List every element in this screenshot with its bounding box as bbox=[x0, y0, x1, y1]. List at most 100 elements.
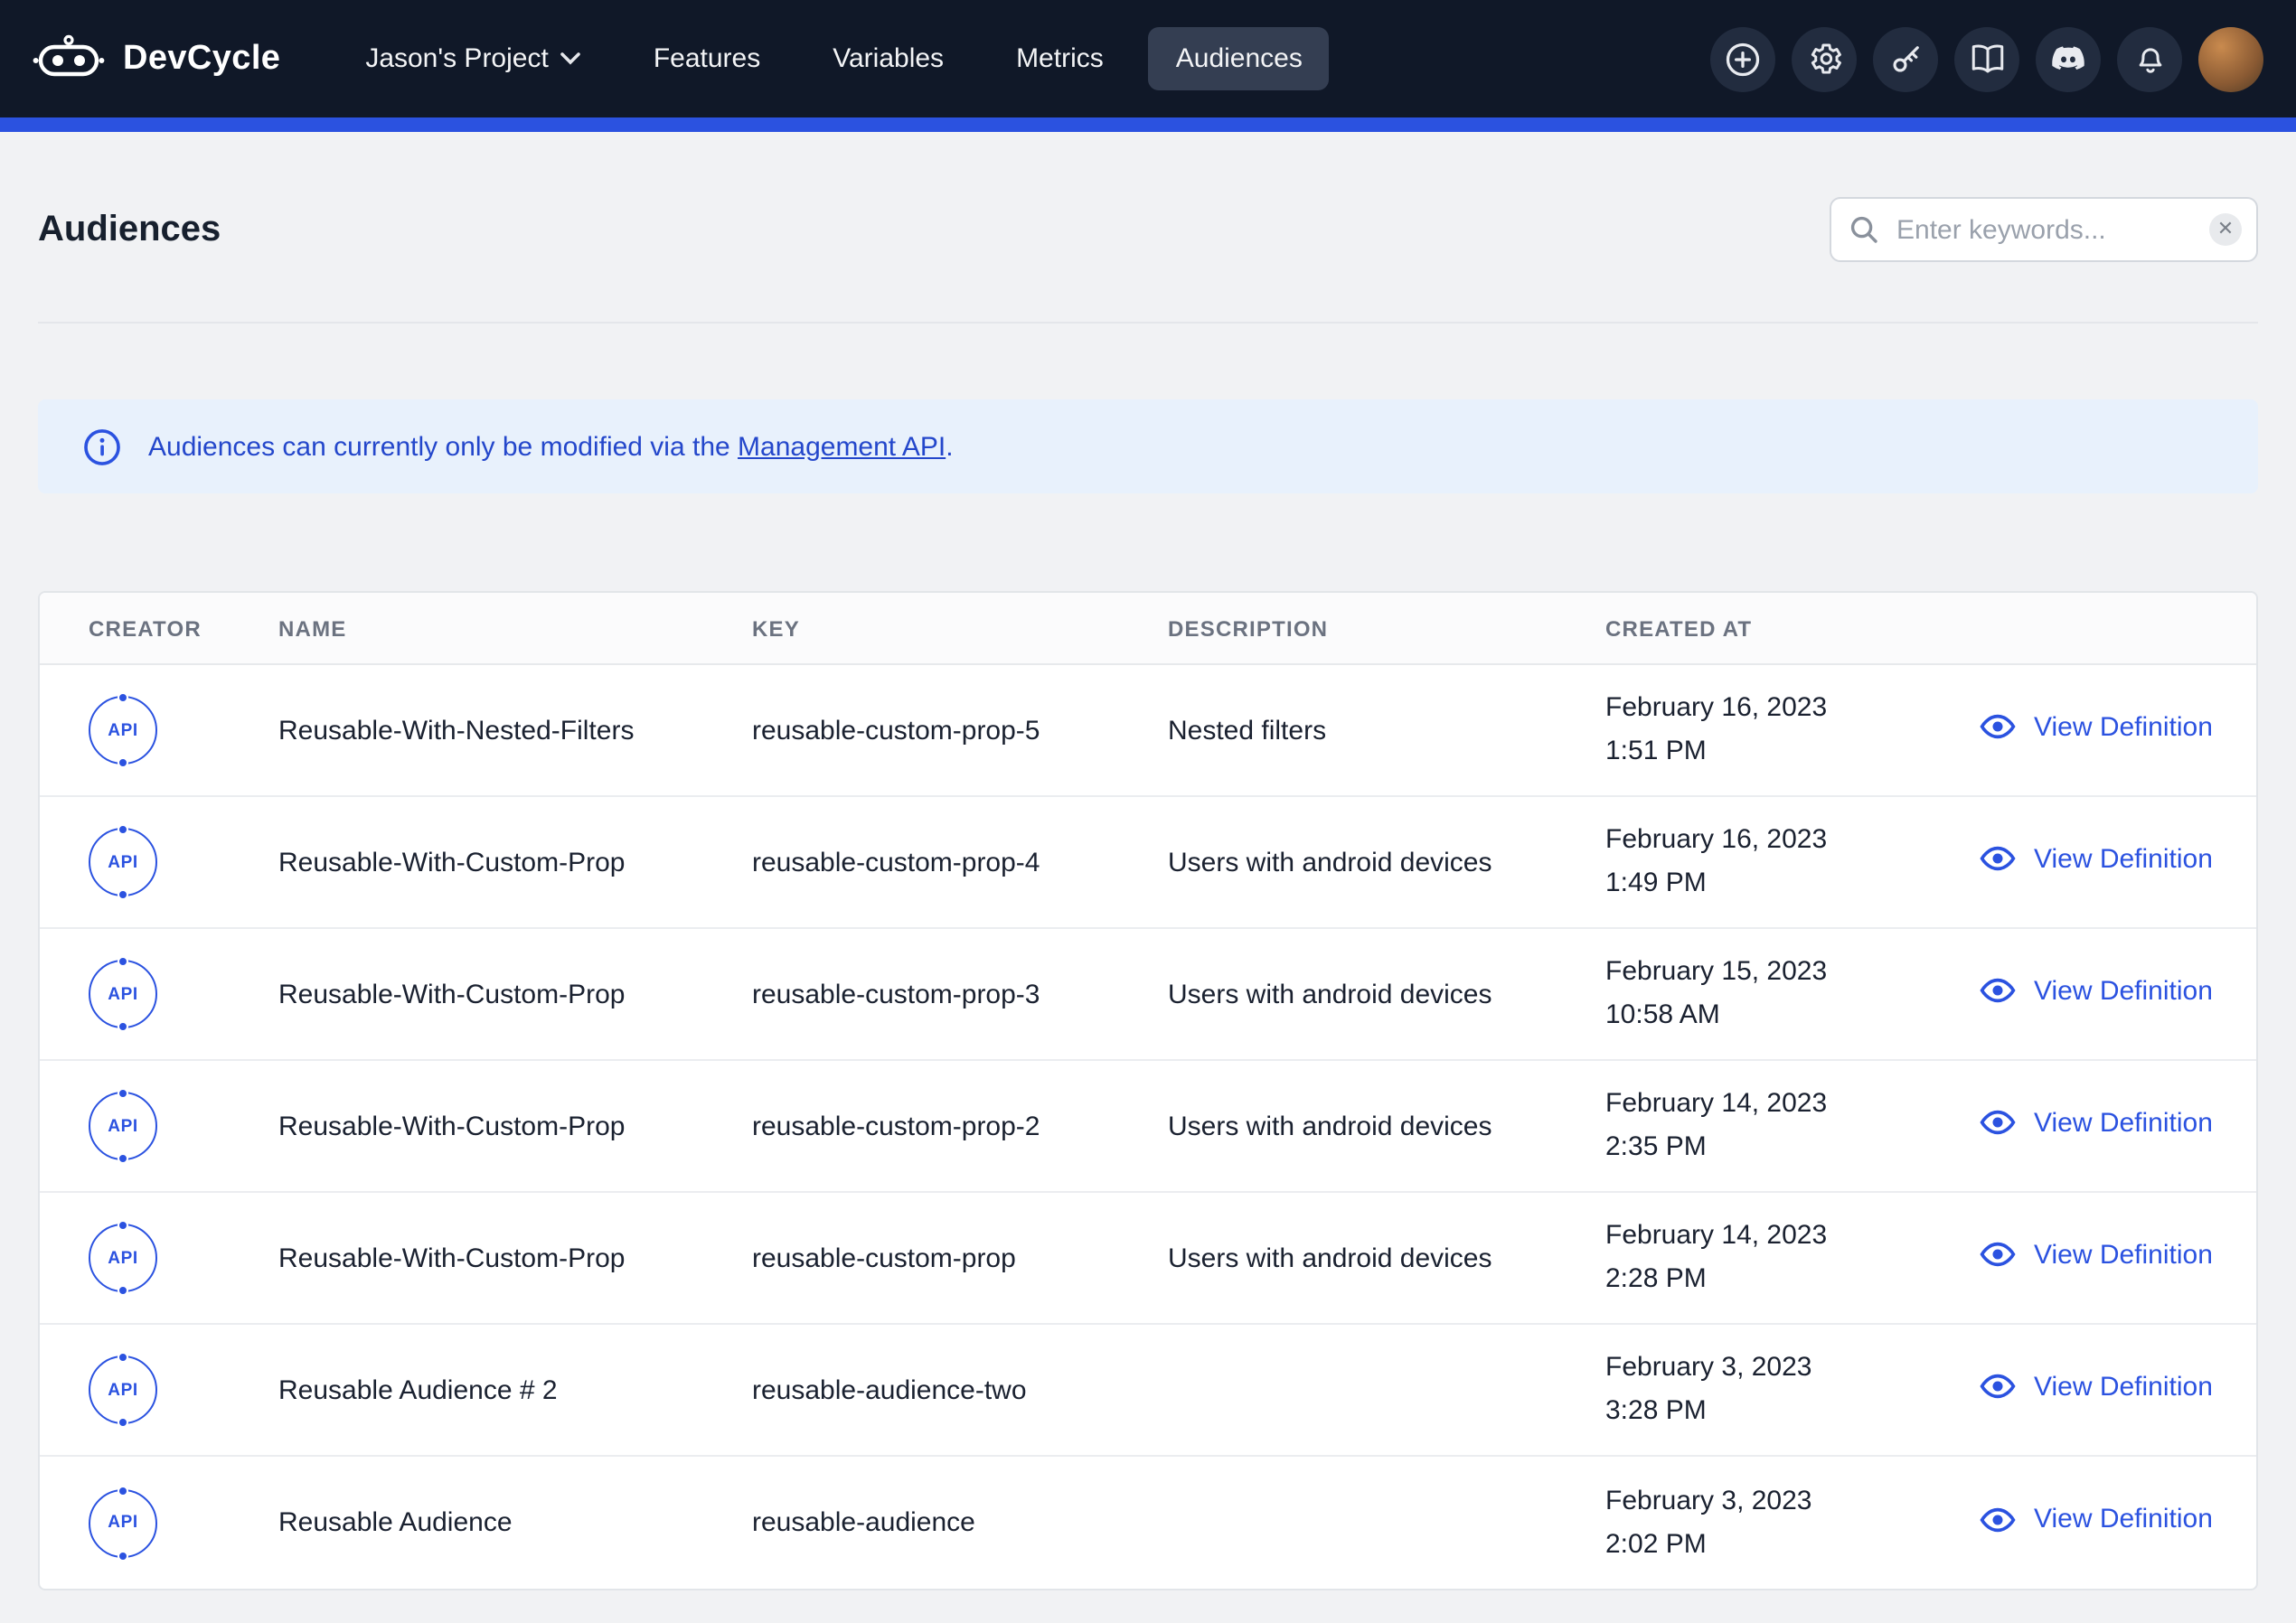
eye-icon bbox=[1978, 1366, 2018, 1406]
audience-key: reusable-audience-two bbox=[752, 1374, 1168, 1405]
bell-icon bbox=[2131, 40, 2169, 78]
audience-name: Reusable Audience # 2 bbox=[278, 1374, 752, 1405]
discord-button[interactable] bbox=[2036, 26, 2101, 91]
search-icon bbox=[1849, 215, 1878, 253]
audience-name: Reusable-With-Custom-Prop bbox=[278, 1243, 752, 1273]
nav-features[interactable]: Features bbox=[626, 27, 787, 90]
notifications-button[interactable] bbox=[2117, 26, 2182, 91]
view-definition-link[interactable]: View Definition bbox=[1978, 971, 2213, 1010]
brand-name: DevCycle bbox=[123, 39, 280, 79]
clear-search-button[interactable]: ✕ bbox=[2209, 213, 2242, 246]
audience-description: Nested filters bbox=[1168, 715, 1605, 746]
audience-name: Reusable-With-Custom-Prop bbox=[278, 1111, 752, 1141]
created-at: February 14, 2023 2:35 PM bbox=[1605, 1083, 1978, 1169]
eye-icon bbox=[1978, 971, 2018, 1010]
api-creator-icon: API bbox=[89, 960, 157, 1028]
view-definition-link[interactable]: View Definition bbox=[1978, 707, 2213, 746]
nav-variables[interactable]: Variables bbox=[805, 27, 971, 90]
eye-icon bbox=[1978, 707, 2018, 746]
view-definition-link[interactable]: View Definition bbox=[1978, 1366, 2213, 1406]
chevron-down-icon bbox=[561, 52, 581, 65]
view-definition-link[interactable]: View Definition bbox=[1978, 1234, 2213, 1274]
table-row: API Reusable Audience # 2 reusable-audie… bbox=[40, 1325, 2256, 1457]
primary-nav: Jason's Project Features Variables Metri… bbox=[338, 27, 1330, 90]
key-icon bbox=[1887, 40, 1924, 78]
audiences-table: CREATOR NAME KEY DESCRIPTION CREATED AT … bbox=[38, 591, 2258, 1590]
project-selector[interactable]: Jason's Project bbox=[338, 27, 608, 90]
nav-metrics[interactable]: Metrics bbox=[989, 27, 1131, 90]
plus-circle-icon bbox=[1723, 39, 1763, 79]
api-creator-icon: API bbox=[89, 696, 157, 765]
devcycle-logo[interactable]: DevCycle bbox=[33, 33, 280, 84]
table-row: API Reusable Audience reusable-audience … bbox=[40, 1457, 2256, 1589]
nav-audiences[interactable]: Audiences bbox=[1149, 27, 1330, 90]
audience-key: reusable-custom-prop bbox=[752, 1243, 1168, 1273]
created-at: February 16, 2023 1:51 PM bbox=[1605, 687, 1978, 774]
table-row: API Reusable-With-Custom-Prop reusable-c… bbox=[40, 929, 2256, 1061]
management-api-link[interactable]: Management API bbox=[738, 431, 946, 462]
audience-description: Users with android devices bbox=[1168, 847, 1605, 877]
audience-key: reusable-custom-prop-3 bbox=[752, 979, 1168, 1009]
book-icon bbox=[1968, 40, 2006, 78]
header-actions bbox=[1710, 26, 2263, 91]
banner-text: Audiences can currently only be modified… bbox=[148, 431, 954, 462]
eye-icon bbox=[1978, 1499, 2018, 1539]
eye-icon bbox=[1978, 1234, 2018, 1274]
info-banner: Audiences can currently only be modified… bbox=[38, 399, 2258, 493]
divider bbox=[38, 322, 2258, 324]
page-header: Audiences ✕ bbox=[38, 132, 2258, 262]
col-creator: CREATOR bbox=[40, 615, 278, 641]
created-at: February 3, 2023 2:02 PM bbox=[1605, 1479, 1978, 1566]
created-at: February 16, 2023 1:49 PM bbox=[1605, 819, 1978, 905]
eye-icon bbox=[1978, 839, 2018, 878]
audience-description: Users with android devices bbox=[1168, 1243, 1605, 1273]
avatar[interactable] bbox=[2198, 26, 2263, 91]
discord-icon bbox=[2048, 39, 2088, 79]
accent-bar bbox=[0, 117, 2296, 132]
audience-name: Reusable-With-Nested-Filters bbox=[278, 715, 752, 746]
table-header: CREATOR NAME KEY DESCRIPTION CREATED AT bbox=[40, 593, 2256, 665]
main-content: Audiences ✕ Audiences can cu bbox=[0, 132, 2296, 1590]
table-row: API Reusable-With-Custom-Prop reusable-c… bbox=[40, 1061, 2256, 1193]
gear-icon bbox=[1805, 40, 1843, 78]
api-creator-icon: API bbox=[89, 828, 157, 896]
col-created-at: CREATED AT bbox=[1605, 615, 1978, 641]
audience-key: reusable-custom-prop-2 bbox=[752, 1111, 1168, 1141]
table-row: API Reusable-With-Custom-Prop reusable-c… bbox=[40, 797, 2256, 929]
audience-key: reusable-audience bbox=[752, 1507, 1168, 1538]
app: DevCycle Jason's Project Features Variab… bbox=[0, 0, 2296, 1623]
table-row: API Reusable-With-Custom-Prop reusable-c… bbox=[40, 1193, 2256, 1325]
search-input[interactable] bbox=[1830, 197, 2258, 262]
audience-key: reusable-custom-prop-4 bbox=[752, 847, 1168, 877]
audience-key: reusable-custom-prop-5 bbox=[752, 715, 1168, 746]
audience-description: Users with android devices bbox=[1168, 979, 1605, 1009]
table-row: API Reusable-With-Nested-Filters reusabl… bbox=[40, 665, 2256, 797]
page-title: Audiences bbox=[38, 209, 221, 250]
col-key: KEY bbox=[752, 615, 1168, 641]
audience-name: Reusable-With-Custom-Prop bbox=[278, 847, 752, 877]
col-name: NAME bbox=[278, 615, 752, 641]
view-definition-link[interactable]: View Definition bbox=[1978, 839, 2213, 878]
view-definition-link[interactable]: View Definition bbox=[1978, 1499, 2213, 1539]
top-navigation: DevCycle Jason's Project Features Variab… bbox=[0, 0, 2296, 117]
audience-name: Reusable Audience bbox=[278, 1507, 752, 1538]
search-box: ✕ bbox=[1830, 197, 2258, 262]
created-at: February 14, 2023 2:28 PM bbox=[1605, 1215, 1978, 1301]
docs-button[interactable] bbox=[1954, 26, 2019, 91]
eye-icon bbox=[1978, 1102, 2018, 1142]
api-creator-icon: API bbox=[89, 1224, 157, 1292]
col-description: DESCRIPTION bbox=[1168, 615, 1605, 641]
audience-description: Users with android devices bbox=[1168, 1111, 1605, 1141]
create-button[interactable] bbox=[1710, 26, 1775, 91]
view-definition-link[interactable]: View Definition bbox=[1978, 1102, 2213, 1142]
api-creator-icon: API bbox=[89, 1092, 157, 1160]
settings-button[interactable] bbox=[1792, 26, 1857, 91]
info-icon bbox=[81, 426, 123, 467]
audience-name: Reusable-With-Custom-Prop bbox=[278, 979, 752, 1009]
togglebot-icon bbox=[33, 33, 105, 84]
created-at: February 3, 2023 3:28 PM bbox=[1605, 1346, 1978, 1433]
api-creator-icon: API bbox=[89, 1488, 157, 1557]
api-keys-button[interactable] bbox=[1873, 26, 1938, 91]
created-at: February 15, 2023 10:58 AM bbox=[1605, 951, 1978, 1037]
api-creator-icon: API bbox=[89, 1356, 157, 1424]
